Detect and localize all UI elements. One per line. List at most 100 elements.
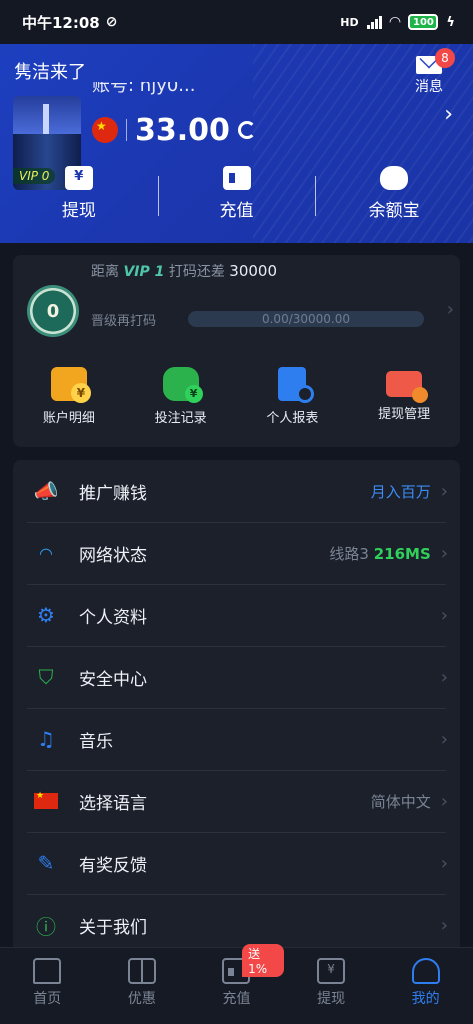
chevron-right-icon: › — [440, 914, 448, 936]
balance-divider — [126, 119, 127, 141]
personal-report-label: 个人报表 — [266, 411, 319, 426]
menu-item-language[interactable]: 选择语言 简体中文 › — [13, 770, 460, 832]
user-icon — [411, 958, 440, 984]
settings-menu: 📣 推广赚钱 月入百万 › ◠ 网络状态 线路3 216MS › ⚙ 个人资料 … — [13, 460, 460, 960]
coins-icon — [50, 367, 91, 403]
menu-item-music[interactable]: ♫ 音乐 › — [13, 708, 460, 770]
menu-label-about: 关于我们 — [79, 917, 147, 938]
wifi-icon: ◠ — [39, 543, 53, 563]
gift-icon — [127, 958, 156, 984]
chevron-right-icon: › — [440, 790, 448, 812]
status-time: 中午12:08 — [22, 13, 100, 32]
home-icon — [33, 958, 62, 984]
menu-item-security[interactable]: ⛉ 安全中心 › — [13, 646, 460, 708]
vip-level-coin: 0 — [27, 285, 79, 337]
tab-promotions[interactable]: 优惠 — [95, 948, 190, 1024]
menu-item-promote[interactable]: 📣 推广赚钱 月入百万 › — [13, 460, 460, 522]
card-settings-icon — [386, 371, 429, 403]
chevron-right-icon: › — [440, 604, 448, 626]
piggy-bank-icon — [380, 166, 409, 190]
username: 隽洁来了 — [14, 62, 86, 83]
report-icon — [278, 367, 315, 403]
vip-next-level: VIP 1 — [123, 264, 165, 280]
chevron-right-icon: › — [440, 728, 448, 750]
menu-label-promote: 推广赚钱 — [79, 483, 147, 504]
quick-actions: 账户明细 投注记录 个人报表 提现管理 — [13, 367, 460, 427]
profile-header: 隽洁来了 8 消息 VIP 0 账号: hjy0... 33.00 › 提现 充… — [0, 44, 473, 243]
account-details-button[interactable]: 账户明细 — [13, 367, 125, 427]
wifi-status-icon: ◠ — [389, 14, 401, 30]
menu-item-profile[interactable]: ⚙ 个人资料 › — [13, 584, 460, 646]
vip-sub-label: 晋级再打码 — [91, 314, 157, 329]
network-ping: 216MS — [373, 544, 431, 563]
withdraw-ticket-icon — [64, 166, 93, 190]
menu-item-network[interactable]: ◠ 网络状态 线路3 216MS › — [13, 522, 460, 584]
withdraw-button[interactable]: 提现 — [0, 166, 158, 226]
tab-home[interactable]: 首页 — [0, 948, 95, 1024]
china-flag-icon — [33, 788, 59, 814]
bottom-tab-bar: 首页 优惠 送1% 充值 提现 我的 — [0, 944, 473, 1024]
withdraw-manage-label: 提现管理 — [378, 407, 431, 422]
vip-chevron-icon[interactable]: › — [447, 299, 454, 320]
chevron-right-icon: › — [440, 666, 448, 688]
menu-label-profile: 个人资料 — [79, 607, 147, 628]
withdraw-manage-button[interactable]: 提现管理 — [348, 367, 460, 427]
tab-deposit[interactable]: 送1% 充值 — [189, 944, 284, 1024]
personal-report-button[interactable]: 个人报表 — [237, 367, 349, 427]
tab-promotions-label: 优惠 — [127, 991, 156, 1007]
deposit-button[interactable]: 充值 — [157, 166, 316, 226]
tab-withdraw-label: 提现 — [317, 991, 346, 1007]
vip-remaining: 30000 — [229, 262, 277, 280]
menu-label-security: 安全中心 — [79, 669, 147, 690]
info-icon: ⓘ — [36, 914, 56, 939]
header-actions: 提现 充值 余额宝 — [0, 166, 473, 226]
menu-label-language: 选择语言 — [79, 793, 147, 814]
menu-label-network: 网络状态 — [79, 545, 147, 566]
tab-mine-label: 我的 — [411, 991, 440, 1007]
menu-value-promote: 月入百万 — [370, 482, 431, 501]
messages-badge: 8 — [435, 48, 455, 68]
status-bar: 中午12:08 ⊘ HD ◠ 100 ϟ — [0, 0, 473, 44]
withdraw-label: 提现 — [61, 201, 96, 221]
messages-label: 消息 — [415, 79, 443, 95]
chevron-right-icon: › — [440, 542, 448, 564]
savings-button[interactable]: 余额宝 — [315, 166, 473, 226]
tab-deposit-label: 充值 — [222, 991, 251, 1007]
deposit-promo-badge: 送1% — [242, 944, 284, 977]
savings-label: 余额宝 — [368, 201, 420, 221]
balance-row: 33.00 — [92, 112, 256, 148]
menu-value-network: 线路3 216MS — [329, 543, 430, 564]
wallet-icon — [222, 166, 251, 190]
menu-item-feedback[interactable]: ✎ 有奖反馈 › — [13, 832, 460, 894]
vip-middle: 打码还差 — [168, 264, 225, 280]
signal-icon — [366, 15, 382, 29]
chevron-right-icon: › — [440, 852, 448, 874]
refresh-icon[interactable] — [237, 121, 256, 139]
gear-icon: ⚙ — [37, 603, 55, 627]
vip-requirement: 距离 VIP 1 打码还差 30000 — [91, 261, 277, 281]
vip-progress-bar: 0.00/30000.00 — [188, 311, 424, 327]
megaphone-icon: 📣 — [33, 479, 59, 503]
withdraw-icon — [317, 958, 346, 984]
menu-value-language: 简体中文 — [370, 792, 431, 811]
account-details-label: 账户明细 — [42, 411, 95, 426]
gamepad-icon — [162, 367, 203, 403]
battery-icon: 100 — [408, 14, 439, 30]
tab-mine[interactable]: 我的 — [378, 948, 473, 1024]
bet-records-label: 投注记录 — [154, 411, 207, 426]
shield-icon: ⛉ — [38, 665, 54, 689]
menu-label-music: 音乐 — [79, 731, 113, 752]
account-id: 账号: hjy0... — [92, 82, 196, 96]
music-icon: ♫ — [37, 727, 55, 751]
tab-withdraw[interactable]: 提现 — [284, 948, 379, 1024]
messages-button[interactable]: 8 消息 — [409, 48, 455, 96]
menu-label-feedback: 有奖反馈 — [79, 855, 147, 876]
edit-icon: ✎ — [37, 851, 55, 875]
profile-arrow-icon[interactable]: › — [444, 102, 453, 127]
network-line: 线路3 — [329, 544, 369, 563]
balance-amount: 33.00 — [135, 112, 230, 148]
chevron-right-icon: › — [440, 480, 448, 502]
network-label: HD — [340, 15, 359, 29]
bet-records-button[interactable]: 投注记录 — [125, 367, 237, 427]
deposit-label: 充值 — [219, 201, 254, 221]
